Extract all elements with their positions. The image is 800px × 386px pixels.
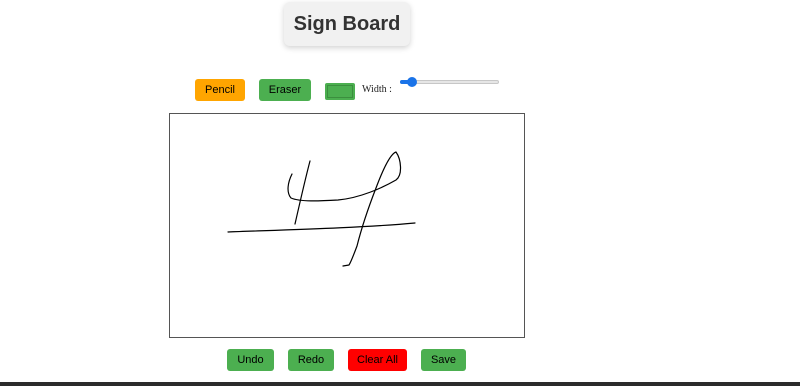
- sign-board-page: Sign Board Pencil Eraser Width : Undo Re…: [0, 0, 800, 386]
- signature-stroke: [287, 151, 402, 267]
- signature-stroke: [294, 160, 311, 225]
- page-title: Sign Board: [293, 12, 401, 35]
- redo-button[interactable]: Redo: [288, 349, 334, 371]
- drawing-canvas[interactable]: [169, 113, 525, 338]
- width-slider[interactable]: [400, 77, 499, 87]
- signature-stroke: [227, 222, 416, 233]
- width-label: Width :: [362, 84, 392, 95]
- color-swatch: [327, 85, 353, 98]
- slider-thumb[interactable]: [406, 77, 417, 87]
- pencil-button[interactable]: Pencil: [195, 79, 245, 101]
- eraser-button[interactable]: Eraser: [259, 79, 311, 101]
- bottom-bar: [0, 382, 800, 386]
- color-picker[interactable]: [325, 83, 355, 100]
- title-card: Sign Board: [284, 2, 410, 46]
- save-button[interactable]: Save: [421, 349, 466, 371]
- signature-drawing: [227, 151, 416, 267]
- clear-all-button[interactable]: Clear All: [348, 349, 407, 371]
- undo-button[interactable]: Undo: [227, 349, 274, 371]
